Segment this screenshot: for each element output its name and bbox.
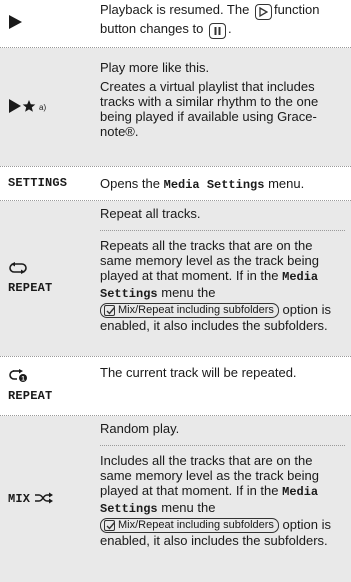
settings-cell: SETTINGS (0, 167, 100, 200)
row-repeat-all: REPEAT Repeat all tracks. Repeats all th… (0, 201, 351, 356)
repeat-all-label: REPEAT (8, 280, 53, 295)
media-settings-keyword: Media Settings (163, 178, 265, 192)
mix-cell: MIX (0, 416, 100, 582)
row-settings: SETTINGS Opens the Media Settings menu. (0, 167, 351, 200)
repeat-all-icon (8, 261, 28, 277)
svg-text:1: 1 (21, 375, 25, 382)
mix-repeat-subfolders-option: Mix/Repeat including subfolders (100, 518, 279, 533)
mix-detail: Includes all the tracks that are on the … (100, 445, 345, 548)
row-more-like-this: a) Play more like this. Creates a virtua… (0, 48, 351, 166)
repeat-one-description: The current track will be repeated. (100, 365, 297, 380)
shuffle-icon (34, 492, 54, 507)
repeat-all-cell: REPEAT (0, 201, 100, 356)
repeat-one-cell: 1 REPEAT (0, 357, 100, 415)
row-play: Playback is resumed. The function button… (0, 0, 351, 47)
repeat-one-icon: 1 (8, 368, 28, 385)
mix-repeat-subfolders-option: Mix/Repeat including subfolders (100, 303, 279, 318)
mix-description: Random play. Includes all the tracks tha… (100, 421, 351, 548)
repeat-all-detail: Repeats all the tracks that are on the s… (100, 230, 345, 333)
repeat-all-description: Repeat all tracks. Repeats all the track… (100, 206, 351, 333)
settings-description: Opens the Media Settings menu. (100, 176, 305, 192)
play-cell (0, 0, 100, 47)
play-icon (8, 15, 22, 32)
pause-function-button-icon (208, 23, 226, 39)
row-repeat-one: 1 REPEAT The current track will be repea… (0, 357, 351, 415)
more-like-this-description: Play more like this. Creates a virtual p… (100, 60, 319, 139)
row-mix: MIX Random play. Includes all the tracks… (0, 416, 351, 582)
play-description: Playback is resumed. The function button… (100, 1, 351, 47)
play-function-button-icon (254, 4, 272, 20)
more-like-this-cell: a) (0, 48, 100, 166)
play-star-icon (8, 98, 38, 116)
checkbox-checked-icon (104, 305, 116, 316)
settings-label: SETTINGS (8, 176, 68, 190)
repeat-one-label: REPEAT (8, 388, 53, 403)
footnote-marker: a) (39, 102, 47, 112)
mix-label: MIX (8, 491, 31, 506)
checkbox-checked-icon (104, 520, 116, 531)
